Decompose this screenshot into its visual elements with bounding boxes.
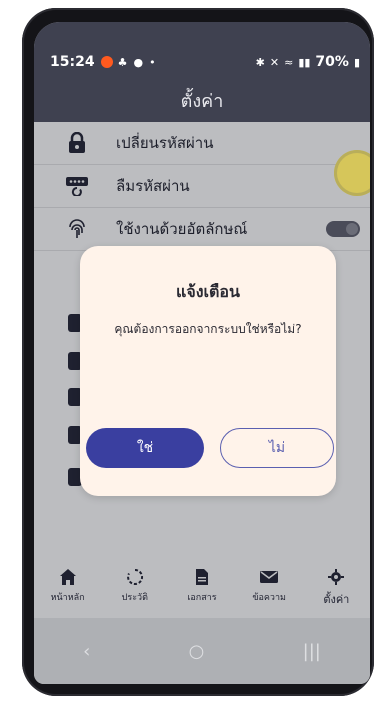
settings-item-forgot-password[interactable]: ลืมรหัสผ่าน: [34, 165, 370, 208]
page-title: ตั้งค่า: [180, 91, 224, 112]
battery-icon: ▮: [353, 55, 360, 69]
nav-label: ตั้งค่า: [323, 593, 350, 606]
signal-icon: ▮▮: [298, 55, 311, 69]
nav-home[interactable]: หน้าหลัก: [37, 568, 99, 604]
settings-item-biometric[interactable]: ใช้งานด้วยอัตลักษณ์: [34, 208, 370, 251]
header-bar: 15:24 ♣ ● • ✱ ✕ ≈ ▮▮ 70% ▮ ตั้งค่า: [34, 22, 370, 122]
nav-history[interactable]: ประวัติ: [104, 568, 166, 604]
app-screen: 15:24 ♣ ● • ✱ ✕ ≈ ▮▮ 70% ▮ ตั้งค่า เปลี่…: [34, 22, 370, 684]
nav-documents[interactable]: เอกสาร: [171, 568, 233, 604]
home-icon: [59, 569, 76, 585]
lock-icon: [64, 130, 90, 156]
biometric-toggle[interactable]: [326, 221, 360, 237]
document-icon: [195, 569, 208, 585]
settings-item-label: ลืมรหัสผ่าน: [116, 177, 190, 195]
bluetooth-icon: ✱: [255, 55, 265, 69]
mute-icon: ✕: [269, 55, 280, 69]
gear-icon: [328, 569, 345, 585]
nav-settings[interactable]: ตั้งค่า: [305, 568, 367, 608]
battery-percent: 70%: [315, 54, 349, 70]
wifi-icon: ≈: [284, 55, 294, 69]
bottom-navigation: หน้าหลัก ประวัติ เอกสาร ข้อความ ตั้งค่า: [34, 568, 370, 618]
android-navigation-bar: ‹ ○ |||: [34, 618, 370, 684]
nav-label: เอกสาร: [187, 593, 217, 603]
no-button[interactable]: ไม่: [220, 428, 334, 468]
fingerprint-icon: [64, 216, 90, 242]
status-time: 15:24: [50, 54, 95, 70]
settings-list: เปลี่ยนรหัสผ่าน ลืมรหัสผ่าน ใช้งานด้วยอั…: [34, 122, 370, 251]
yes-button[interactable]: ใช่: [86, 428, 204, 468]
dialog-title: แจ้งเตือน: [176, 282, 240, 301]
password-reset-icon: [64, 173, 90, 199]
nav-label: ข้อความ: [252, 593, 286, 603]
mail-icon: [260, 571, 279, 583]
notification-icon: ♣: [117, 55, 128, 69]
chat-icon: ●: [133, 55, 144, 69]
status-right: ✱ ✕ ≈ ▮▮ 70% ▮: [256, 54, 360, 70]
nav-messages[interactable]: ข้อความ: [238, 568, 300, 604]
settings-item-label: ใช้งานด้วยอัตลักษณ์: [116, 220, 248, 238]
settings-item-change-password[interactable]: เปลี่ยนรหัสผ่าน: [34, 122, 370, 165]
dialog-message: คุณต้องการออกจากระบบใช่หรือไม่?: [114, 322, 302, 336]
dot-icon: •: [149, 55, 156, 69]
status-bar: 15:24 ♣ ● • ✱ ✕ ≈ ▮▮ 70% ▮: [50, 52, 360, 72]
home-circle-icon[interactable]: ○: [189, 641, 205, 662]
recents-icon[interactable]: |||: [303, 641, 321, 662]
notification-dot-icon: [100, 56, 113, 68]
nav-label: หน้าหลัก: [50, 593, 85, 603]
logout-alert-dialog: แจ้งเตือน คุณต้องการออกจากระบบใช่หรือไม่…: [80, 246, 336, 496]
back-icon[interactable]: ‹: [83, 641, 90, 662]
nav-label: ประวัติ: [121, 593, 148, 603]
settings-item-label: เปลี่ยนรหัสผ่าน: [116, 134, 214, 152]
history-icon: [126, 568, 143, 585]
